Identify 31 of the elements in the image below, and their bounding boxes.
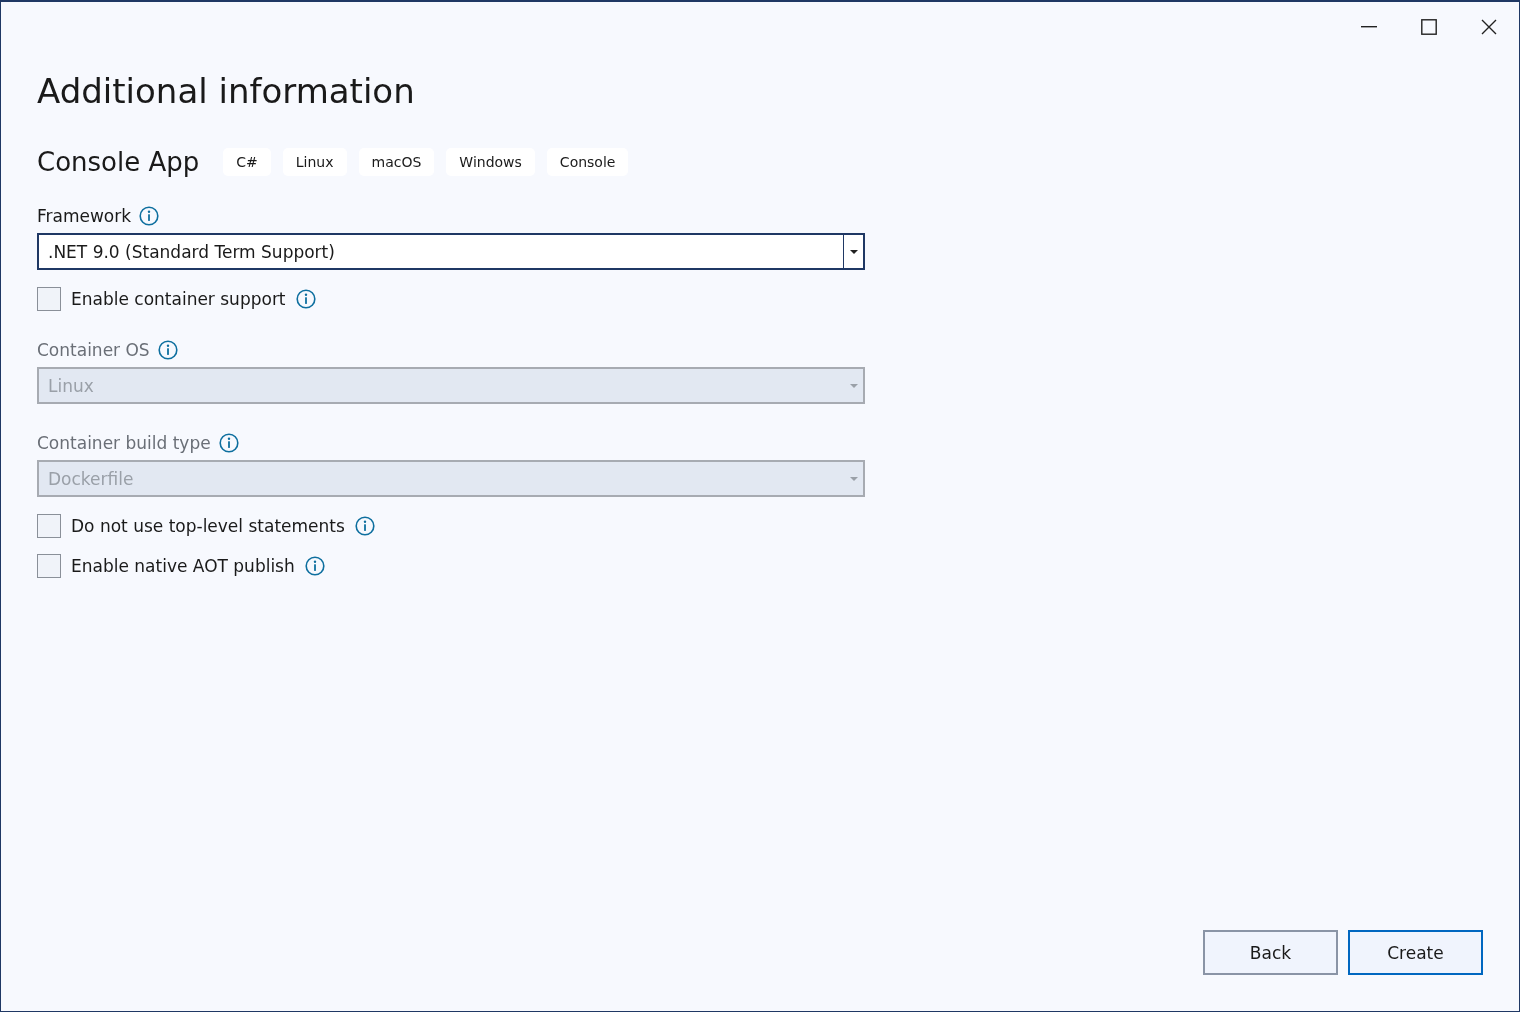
dropdown-field[interactable]: .NET 9.0 (Standard Term Support) bbox=[37, 233, 865, 270]
dialog-title: Additional information bbox=[37, 70, 415, 113]
checkbox-label[interactable]: Enable container support bbox=[71, 289, 286, 309]
template-tag: Windows bbox=[446, 148, 535, 176]
info-icon[interactable] bbox=[218, 433, 239, 453]
info-icon[interactable] bbox=[295, 289, 316, 309]
info-icon[interactable] bbox=[354, 516, 375, 536]
caret-icon bbox=[849, 249, 858, 254]
close-icon[interactable] bbox=[1481, 19, 1497, 35]
field-label: Container OS bbox=[37, 340, 150, 360]
caret-icon bbox=[849, 383, 858, 388]
template-tag: Console bbox=[546, 148, 629, 176]
template-tag: C# bbox=[223, 148, 271, 176]
maximize-icon[interactable] bbox=[1421, 19, 1437, 35]
checkbox-label[interactable]: Do not use top-level statements bbox=[71, 516, 345, 536]
template-tag: Linux bbox=[282, 148, 347, 176]
checkbox[interactable] bbox=[37, 287, 61, 311]
template-tag: macOS bbox=[358, 148, 435, 176]
info-icon[interactable] bbox=[139, 206, 160, 226]
dialog-button[interactable]: Create bbox=[1348, 930, 1483, 975]
field-label: Framework bbox=[37, 206, 132, 226]
info-icon[interactable] bbox=[304, 556, 325, 576]
checkbox[interactable] bbox=[37, 554, 61, 578]
field-label: Container build type bbox=[37, 433, 211, 453]
info-icon[interactable] bbox=[157, 340, 178, 360]
caret-icon bbox=[849, 476, 858, 481]
checkbox-label[interactable]: Enable native AOT publish bbox=[71, 556, 295, 576]
template-name: Console App bbox=[37, 147, 200, 177]
dialog-button[interactable]: Back bbox=[1203, 930, 1338, 975]
minimize-icon[interactable] bbox=[1361, 26, 1377, 28]
checkbox[interactable] bbox=[37, 514, 61, 538]
